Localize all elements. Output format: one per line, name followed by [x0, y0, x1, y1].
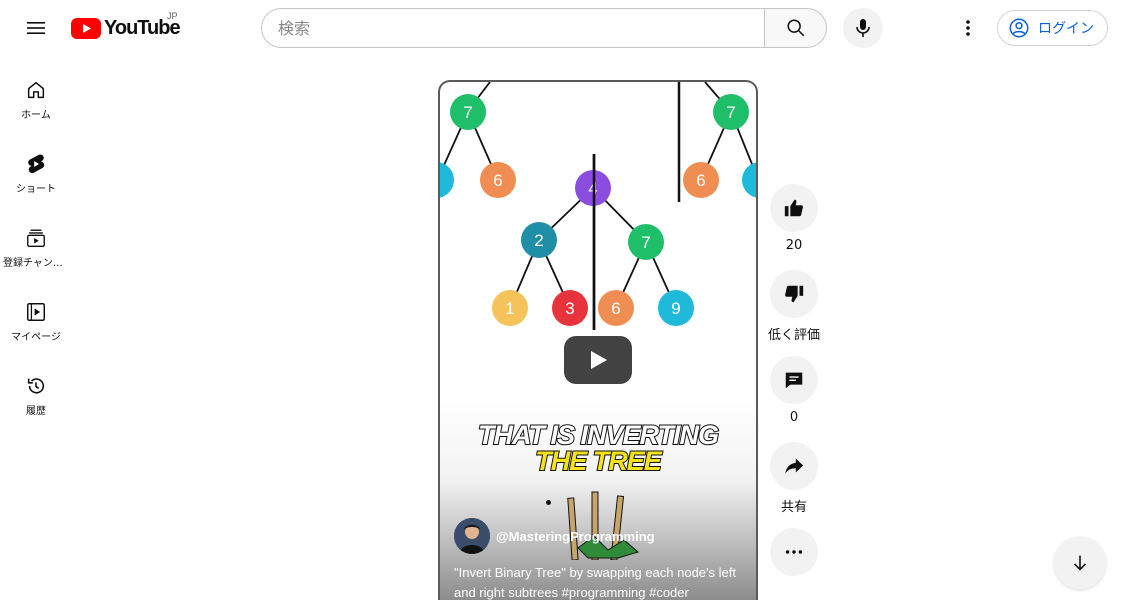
- login-button[interactable]: ログイン: [997, 10, 1108, 46]
- mini-guide: ホーム ショート 登録チャンネル マイページ 履歴: [0, 56, 72, 426]
- history-icon: [24, 374, 48, 398]
- video-description[interactable]: "Invert Binary Tree" by swapping each no…: [454, 563, 750, 600]
- play-icon: [591, 351, 607, 369]
- hamburger-icon: [27, 22, 45, 34]
- more-actions-button[interactable]: [770, 528, 818, 576]
- tree-node-value: 6: [611, 299, 620, 318]
- voice-search-button[interactable]: [843, 8, 883, 48]
- tree-node-value: 9: [671, 299, 680, 318]
- thumb-down-icon: [785, 285, 804, 303]
- channel-avatar[interactable]: [454, 518, 490, 554]
- tree-node-top-right: 7: [713, 94, 749, 130]
- tree-node-value: 6: [696, 171, 705, 190]
- dislike-action: 低く評価: [766, 270, 822, 343]
- youtube-logo[interactable]: YouTube: [71, 14, 181, 42]
- guide-item-label: 登録チャンネル: [3, 258, 69, 269]
- dislike-label: 低く評価: [767, 328, 820, 343]
- more-vert-icon: [966, 20, 970, 36]
- settings-menu-button[interactable]: [948, 8, 988, 48]
- tree-node-partial: [440, 162, 454, 198]
- like-action: 20: [766, 184, 822, 254]
- masthead: YouTube JP ログイン: [0, 0, 1124, 56]
- channel-handle[interactable]: @MasteringProgramming: [496, 529, 655, 544]
- play-button[interactable]: [564, 336, 632, 384]
- comment-icon: [785, 372, 803, 389]
- tree-node-leaf: 6: [598, 290, 634, 326]
- shorts-player[interactable]: 76764271369 THAT IS INVERTING THE TREE @…: [438, 80, 758, 600]
- guide-item-label: ホーム: [21, 110, 51, 121]
- action-bar: 20 低く評価 0 共有: [766, 184, 822, 592]
- tree-node-value: 7: [641, 233, 650, 252]
- share-icon: [785, 458, 804, 474]
- guide-item-history[interactable]: 履歴: [0, 352, 72, 426]
- youtube-play-logo-icon: [71, 17, 101, 39]
- dislike-button[interactable]: [770, 270, 818, 318]
- login-label: ログイン: [1038, 21, 1094, 37]
- more-action: [766, 528, 822, 576]
- home-icon: [24, 78, 48, 102]
- tree-node-value: 2: [534, 231, 543, 250]
- guide-item-library[interactable]: マイページ: [0, 278, 72, 352]
- like-count: 20: [785, 238, 803, 253]
- video-caption-line2: THE TREE: [534, 445, 663, 477]
- tree-node-value: 1: [505, 299, 514, 318]
- tree-node-top-left: 7: [450, 94, 486, 130]
- comment-count: 0: [789, 410, 799, 425]
- country-code: JP: [167, 11, 178, 21]
- comment-button[interactable]: [770, 356, 818, 404]
- avatar-image: [454, 518, 490, 554]
- tree-node-value: 3: [565, 299, 574, 318]
- tree-node-leaf: 9: [658, 290, 694, 326]
- guide-item-home[interactable]: ホーム: [0, 56, 72, 130]
- share-label: 共有: [780, 500, 807, 515]
- account-circle-icon: [1009, 18, 1029, 38]
- tree-node-level2: 7: [628, 224, 664, 260]
- thumb-up-icon: [784, 199, 803, 217]
- comment-action: 0: [766, 356, 822, 426]
- arrow-down-icon: [1073, 555, 1087, 571]
- library-icon: [24, 300, 48, 324]
- guide-item-label: マイページ: [11, 332, 61, 343]
- guide-menu-button[interactable]: [16, 8, 56, 48]
- search-icon: [786, 19, 804, 37]
- like-button[interactable]: [770, 184, 818, 232]
- share-button[interactable]: [770, 442, 818, 490]
- tree-node-leaf: 3: [552, 290, 588, 326]
- next-video-button[interactable]: [1054, 537, 1106, 589]
- guide-item-shorts[interactable]: ショート: [0, 130, 72, 204]
- search-box: [261, 8, 827, 48]
- guide-item-subscriptions[interactable]: 登録チャンネル: [0, 204, 72, 278]
- subscriptions-icon: [24, 226, 48, 250]
- search-input[interactable]: [261, 8, 764, 48]
- share-action: 共有: [766, 442, 822, 515]
- tree-node-value: 7: [726, 103, 735, 122]
- tree-node-top-left: 6: [480, 162, 516, 198]
- guide-item-label: 履歴: [26, 406, 46, 417]
- tree-node-value: 6: [493, 171, 502, 190]
- dot-mark: [546, 500, 551, 505]
- tree-node-leaf: 1: [492, 290, 528, 326]
- tree-node-partial: [742, 162, 756, 198]
- tree-node-level2: 2: [521, 222, 557, 258]
- tree-node-value: 7: [463, 103, 472, 122]
- search-button[interactable]: [764, 8, 827, 48]
- more-horiz-icon: [785, 550, 803, 554]
- shorts-icon: [24, 152, 48, 176]
- tree-node-top-right: 6: [683, 162, 719, 198]
- guide-item-label: ショート: [16, 184, 56, 195]
- microphone-icon: [856, 19, 870, 37]
- channel-info: @MasteringProgramming: [454, 518, 655, 554]
